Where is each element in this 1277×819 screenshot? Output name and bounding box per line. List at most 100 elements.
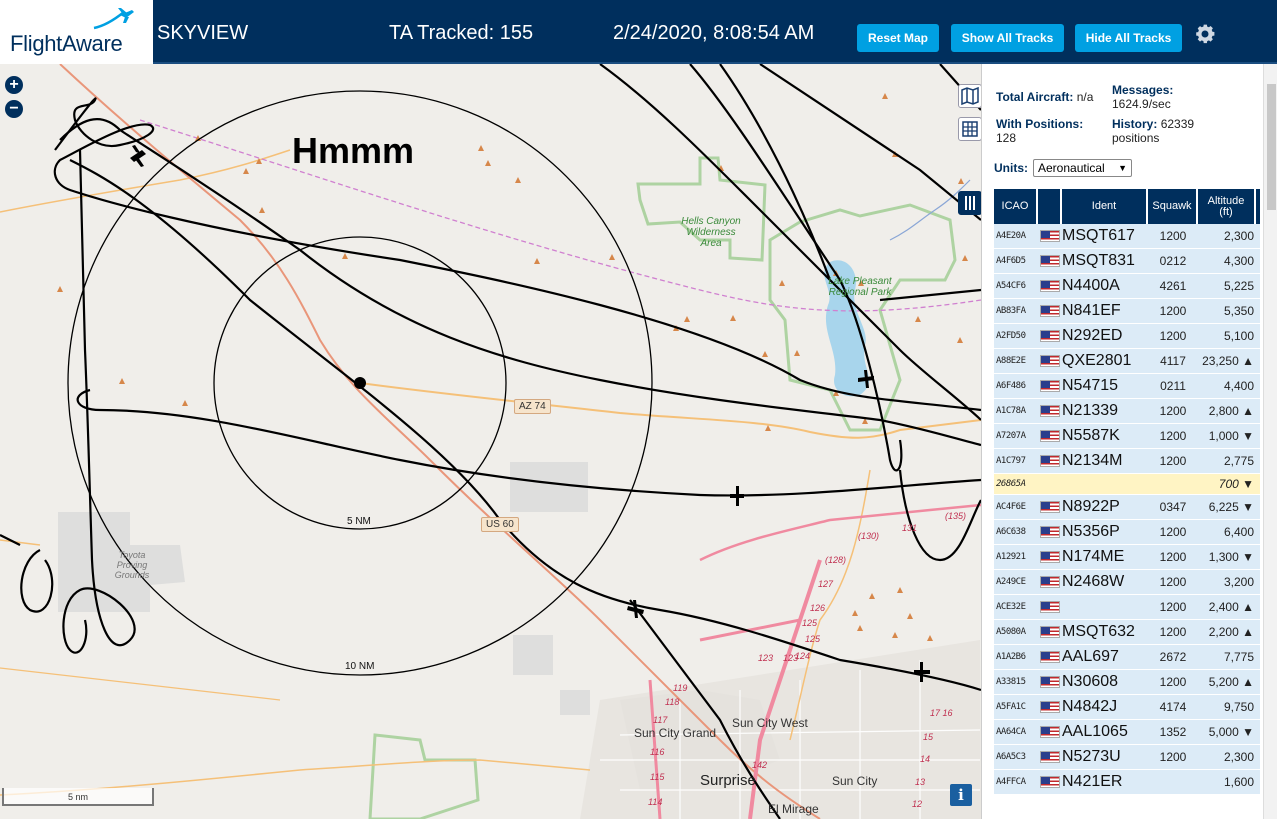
us-flag-icon (1040, 626, 1060, 638)
total-aircraft-label: Total Aircraft: (996, 90, 1074, 104)
icao-cell: AA64CA (996, 727, 1026, 737)
table-row[interactable]: AA64CA AAL1065 1352 5,000 ▼ (994, 720, 1260, 745)
table-row[interactable]: A12921 N174ME 1200 1,300 ▼ (994, 545, 1260, 570)
grid-toggle-button[interactable] (958, 117, 981, 141)
aircraft-table: ICAO Ident Squawk Altitude (ft) A4E20A MS… (994, 189, 1260, 795)
squawk-cell: 1200 (1159, 454, 1187, 468)
zoom-in-button[interactable]: + (5, 76, 23, 94)
table-row[interactable]: A5FA1C N4842J 4174 9,750 (994, 695, 1260, 720)
hide-all-tracks-button[interactable]: Hide All Tracks (1075, 24, 1182, 52)
table-row[interactable]: A4E20A MSQT617 1200 2,300 (994, 224, 1260, 249)
flag-cell (1038, 355, 1062, 367)
icao-cell: A2FD50 (996, 331, 1026, 341)
label-sun-city-grand: Sun City Grand (634, 726, 717, 740)
tracked-count: TA Tracked: 155 (389, 22, 534, 44)
zoom-out-button[interactable]: − (5, 100, 23, 118)
table-row[interactable]: A4FFCA N421ER 1,600 (994, 770, 1260, 795)
gear-icon[interactable] (1193, 22, 1217, 46)
messages-label: Messages: (1112, 83, 1174, 97)
table-row[interactable]: A2FD50 N292ED 1200 5,100 (994, 324, 1260, 349)
us-flag-icon (1040, 380, 1060, 392)
icao-cell: A54CF6 (996, 281, 1026, 291)
icao-cell: A4FFCA (996, 777, 1026, 787)
squawk-cell: 4117 (1160, 354, 1186, 368)
airplane-logo-icon (93, 8, 134, 30)
history-stat: History: 62339 positions (1112, 117, 1194, 145)
label-sun-city: Sun City (832, 774, 878, 788)
table-row[interactable]: A1C797 N2134M 1200 2,775 (994, 449, 1260, 474)
altitude-cell: 4,300 (1223, 254, 1254, 268)
flag-cell (1038, 405, 1062, 417)
altitude-cell: 5,200 ▲ (1208, 675, 1254, 689)
us-flag-icon (1040, 305, 1060, 317)
label-surprise: Surprise (700, 772, 756, 789)
squawk-cell: 4261 (1159, 279, 1187, 293)
column-flag[interactable] (1038, 189, 1062, 224)
ident-cell: N292ED (1062, 327, 1123, 344)
table-row[interactable]: A6F486 N54715 0211 4,400 (994, 374, 1260, 399)
column-squawk[interactable]: Squawk (1148, 189, 1198, 224)
altitude-cell: 2,800 ▲ (1208, 404, 1254, 418)
flag-cell (1038, 626, 1062, 638)
show-all-tracks-button[interactable]: Show All Tracks (951, 24, 1064, 52)
flag-cell (1038, 230, 1062, 242)
table-row[interactable]: A5080A MSQT632 1200 2,200 ▲ (994, 620, 1260, 645)
table-row[interactable]: 26865A 700 ▼ (994, 474, 1260, 495)
history-unit: positions (1112, 131, 1160, 145)
ident-cell: N5356P (1062, 523, 1120, 540)
reset-map-button[interactable]: Reset Map (857, 24, 939, 52)
messages-value: 1624.9/sec (1112, 97, 1171, 111)
columns-toggle-button[interactable] (958, 191, 981, 215)
us-flag-icon (1040, 330, 1060, 342)
table-row[interactable]: A88E2E QXE2801 4117 23,250 ▲ (994, 349, 1260, 374)
route-127: 127 (818, 579, 834, 589)
route-14: 14 (920, 754, 931, 764)
ident-cell: AAL1065 (1062, 723, 1128, 740)
table-row[interactable]: ACE32E 1200 2,400 ▲ (994, 595, 1260, 620)
map-layers-button[interactable] (958, 84, 981, 108)
table-row[interactable]: A249CE N2468W 1200 3,200 (994, 570, 1260, 595)
sidebar-scrollbar-thumb[interactable] (1267, 84, 1276, 210)
flag-cell (1038, 551, 1062, 563)
table-row[interactable]: A6C638 N5356P 1200 6,400 (994, 520, 1260, 545)
overlay-caption: Hmmm (292, 130, 415, 171)
altitude-cell: 6,225 ▼ (1208, 500, 1254, 514)
altitude-cell: 1,300 ▼ (1208, 550, 1254, 564)
table-row[interactable]: AC4F6E N8922P 0347 6,225 ▼ (994, 495, 1260, 520)
map-canvas[interactable] (0, 64, 981, 819)
route-119: 119 (673, 683, 688, 693)
icao-cell: A88E2E (996, 356, 1026, 366)
us-flag-icon (1040, 751, 1060, 763)
table-row[interactable]: A4F6D5 MSQT831 0212 4,300 (994, 249, 1260, 274)
icao-cell: A5FA1C (996, 702, 1026, 712)
column-ident[interactable]: Ident (1062, 189, 1148, 224)
altitude-cell: 4,400 (1223, 379, 1254, 393)
squawk-cell: 1200 (1159, 600, 1187, 614)
squawk-cell: 1200 (1159, 675, 1187, 689)
info-button[interactable]: i (950, 784, 972, 806)
flightaware-logo[interactable]: FlightAware (0, 0, 153, 64)
table-row[interactable]: A1A2B6 AAL697 2672 7,775 (994, 645, 1260, 670)
route-13: 13 (915, 777, 926, 787)
table-row[interactable]: A6A5C3 N5273U 1200 2,300 (994, 745, 1260, 770)
table-row[interactable]: A7207A N5587K 1200 1,000 ▼ (994, 424, 1260, 449)
route-123a: 123 (758, 653, 774, 663)
icao-cell: A4F6D5 (996, 256, 1026, 266)
column-icao[interactable]: ICAO (994, 189, 1038, 224)
units-select[interactable]: Aeronautical (1033, 159, 1132, 177)
table-row[interactable]: AB83FA N841EF 1200 5,350 (994, 299, 1260, 324)
ident-cell: QXE2801 (1062, 352, 1132, 369)
flag-cell (1038, 576, 1062, 588)
table-row[interactable]: A33815 N30608 1200 5,200 ▲ (994, 670, 1260, 695)
units-label: Units: (994, 161, 1028, 175)
flag-cell (1038, 280, 1062, 292)
column-altitude-unit: (ft) (1219, 205, 1233, 218)
icao-cell: A4E20A (996, 231, 1026, 241)
table-row[interactable]: A1C78A N21339 1200 2,800 ▲ (994, 399, 1260, 424)
sidebar-scrollbar[interactable] (1263, 64, 1277, 819)
ident-cell: N8922P (1062, 498, 1120, 515)
flag-cell (1038, 776, 1062, 788)
column-altitude[interactable]: Altitude (ft) (1198, 189, 1256, 224)
map-view[interactable]: + − Hmmm 5 NM 10 NM Hells Canyon Wildern… (0, 64, 981, 819)
table-row[interactable]: A54CF6 N4400A 4261 5,225 (994, 274, 1260, 299)
